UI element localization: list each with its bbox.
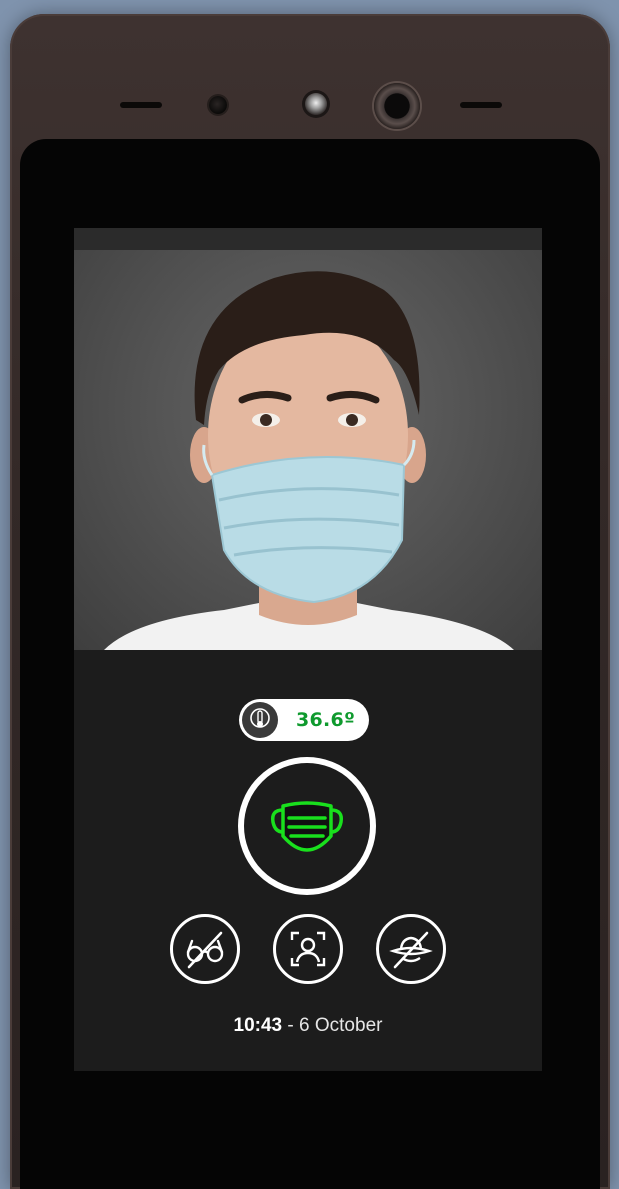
speaker-slot-left — [120, 102, 162, 108]
time-separator: - — [282, 1015, 300, 1036]
face-scan-icon — [290, 931, 326, 967]
sensor-bar — [10, 74, 610, 134]
display-screen: 36.6º 10:43 - 6 October — [74, 228, 542, 1071]
temperature-value: 36.6º — [296, 709, 356, 731]
clock-time: 10:43 — [233, 1015, 283, 1036]
no-glasses-indicator — [170, 914, 240, 984]
person-preview-image — [104, 271, 514, 650]
camera-lens — [374, 83, 420, 129]
mask-status-indicator — [238, 757, 376, 895]
time-date-label: 10:43 - 6 October — [74, 1015, 542, 1037]
light-sensor — [305, 93, 327, 115]
face-scan-indicator — [273, 914, 343, 984]
no-hat-icon — [389, 931, 433, 969]
thermometer-icon — [242, 702, 278, 738]
speaker-slot-right — [460, 102, 502, 108]
status-panel: 36.6º 10:43 - 6 October — [74, 650, 542, 1071]
status-bar — [74, 228, 542, 250]
date-label: 6 October — [299, 1015, 383, 1036]
temperature-badge: 36.6º — [239, 699, 369, 741]
no-hat-indicator — [376, 914, 446, 984]
ir-sensor — [209, 96, 227, 114]
camera-preview — [74, 250, 542, 650]
no-glasses-icon — [186, 931, 224, 969]
face-mask-icon — [270, 801, 344, 852]
